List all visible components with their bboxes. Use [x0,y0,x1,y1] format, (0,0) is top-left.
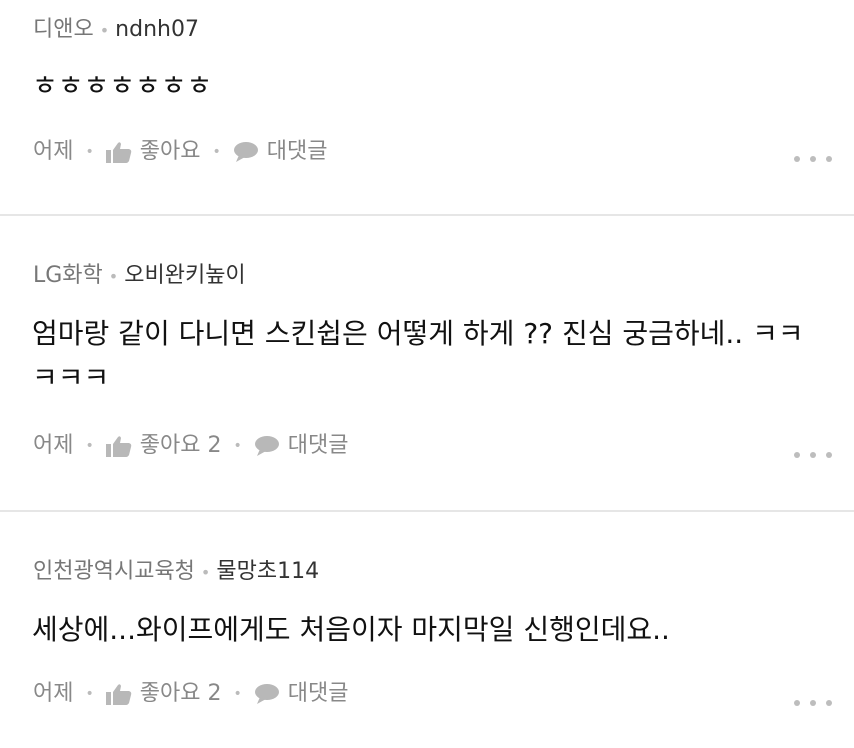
comment-time: 어제 [33,433,74,458]
thumbs-up-icon [105,142,131,163]
separator-dot: • [108,267,119,286]
separator-dot: • [85,686,94,702]
separator-dot: • [212,144,221,160]
comment-item: LG화학 • 오비완키높이 엄마랑 같이 다니면 스킨쉽은 어떻게 하게 ?? 진심… [0,216,854,510]
comment-author-line: 인천광역시교육청 • 물망초114 [33,558,319,587]
more-dots-icon[interactable] [794,700,832,708]
comment-text: 세상에...와이프에게도 처음이자 마지막일 신행인데요.. [32,613,670,646]
comment-author-line: 디앤오 • ndnh07 [33,16,199,45]
comment-actions: 어제 • 좋아요 2 • 대댓글 [33,432,348,460]
more-dots-icon[interactable] [794,452,832,460]
separator-dot: • [85,438,94,454]
like-button[interactable]: 좋아요 2 [105,432,222,460]
comment-group: 디앤오 [33,17,94,42]
separator-dot: • [233,686,242,702]
thumbs-up-icon [105,436,131,457]
reply-label: 대댓글 [287,681,349,706]
like-button[interactable]: 좋아요 [105,138,201,166]
comment-item: 디앤오 • ndnh07 ㅎㅎㅎㅎㅎㅎㅎ 어제 • 좋아요 • 대댓글 [0,0,854,214]
separator-dot: • [233,438,242,454]
comment-group: LG화학 [33,263,103,288]
comment-text: 엄마랑 같이 다니면 스킨쉽은 어떻게 하게 ?? 진심 궁금하네.. ㅋㅋㅋㅋ… [32,317,804,394]
reply-button[interactable]: 대댓글 [254,432,349,460]
comment-nickname[interactable]: 물망초114 [216,559,319,584]
reply-label: 대댓글 [287,433,349,458]
comment-actions: 어제 • 좋아요 2 • 대댓글 [33,680,348,708]
reply-button[interactable]: 대댓글 [233,138,328,166]
comment-nickname[interactable]: 오비완키높이 [124,263,245,288]
comment-time: 어제 [33,681,74,706]
thumbs-up-icon [105,684,131,705]
speech-bubble-icon [254,436,279,456]
reply-label: 대댓글 [266,139,328,164]
comment-nickname[interactable]: ndnh07 [115,17,199,42]
separator-dot: • [99,21,110,40]
comment-author-line: LG화학 • 오비완키높이 [33,262,246,291]
reply-button[interactable]: 대댓글 [254,680,349,708]
speech-bubble-icon [254,684,279,704]
comment-actions: 어제 • 좋아요 • 대댓글 [33,138,327,166]
like-button[interactable]: 좋아요 2 [105,680,222,708]
speech-bubble-icon [233,142,258,162]
comment-item: 인천광역시교육청 • 물망초114 세상에...와이프에게도 처음이자 마지막일 신… [0,512,854,748]
comment-text: ㅎㅎㅎㅎㅎㅎㅎ [32,69,213,102]
like-label: 좋아요 [139,139,201,164]
like-label: 좋아요 2 [139,681,222,706]
more-dots-icon[interactable] [794,156,832,164]
like-label: 좋아요 2 [139,433,222,458]
separator-dot: • [200,563,211,582]
comment-group: 인천광역시교육청 [33,559,195,584]
separator-dot: • [85,144,94,160]
comment-time: 어제 [33,139,74,164]
